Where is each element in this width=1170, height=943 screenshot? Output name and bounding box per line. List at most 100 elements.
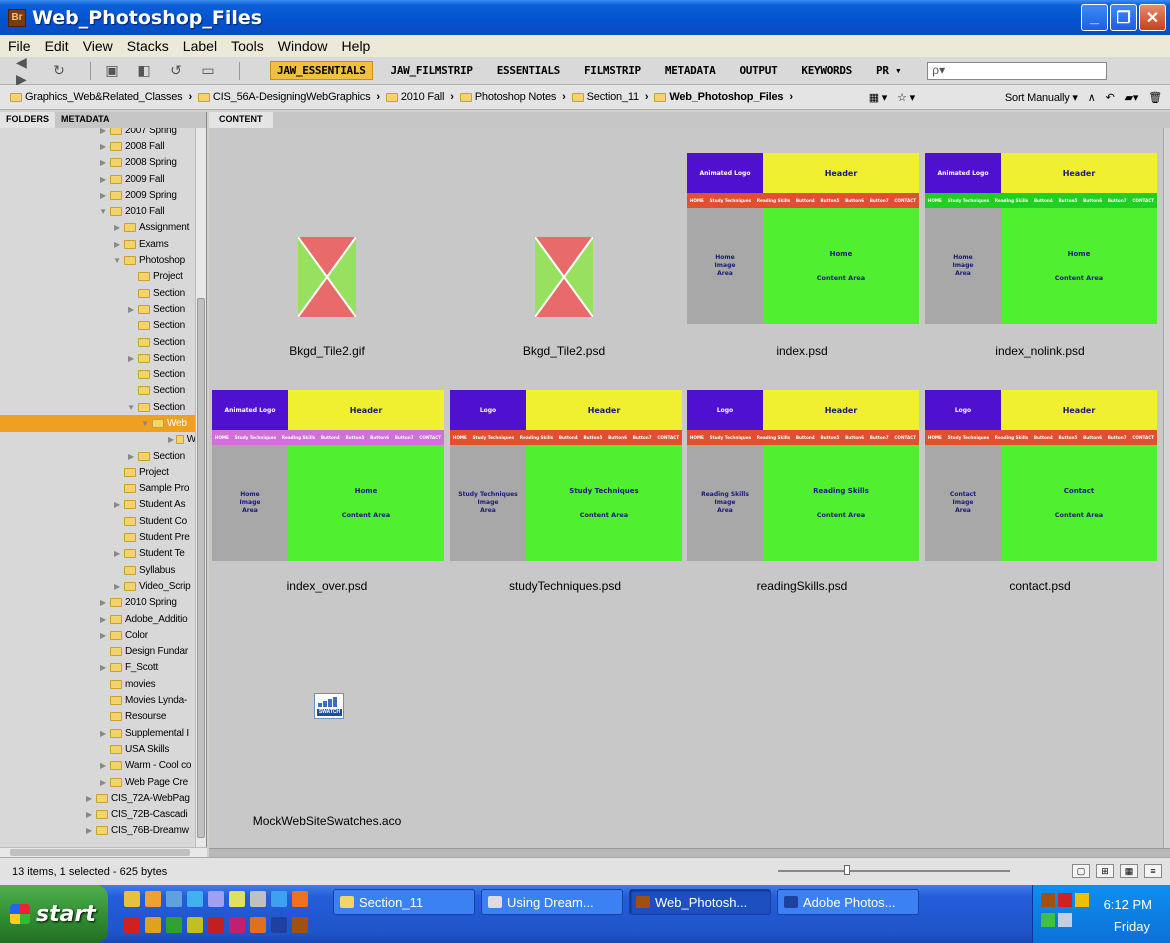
grid-view-icon[interactable]: ⊞: [1096, 864, 1114, 878]
tab-metadata[interactable]: METADATA: [55, 112, 116, 128]
folder-tree-hscrollbar[interactable]: [0, 847, 207, 857]
expand-triangle-icon[interactable]: ▶: [98, 175, 108, 184]
tree-item[interactable]: Student Pre: [0, 529, 196, 545]
tree-item[interactable]: ▶ CIS_72B-Cascadi: [0, 806, 196, 822]
expand-triangle-icon[interactable]: ▶: [112, 240, 122, 249]
expand-triangle-icon[interactable]: ▶: [84, 826, 94, 835]
breadcrumb-item[interactable]: Photoshop Notes: [475, 91, 557, 103]
tray-icon[interactable]: [1075, 893, 1089, 907]
recent-icon[interactable]: ↻: [48, 62, 70, 80]
expand-triangle-icon[interactable]: ▼: [140, 419, 150, 428]
tree-item[interactable]: Resourse: [0, 709, 196, 725]
open-in-camera-raw-icon[interactable]: ▭: [197, 62, 219, 80]
illustrator-icon[interactable]: [250, 917, 266, 933]
breadcrumb-item[interactable]: CIS_56A-DesigningWebGraphics: [213, 91, 371, 103]
tree-item[interactable]: Syllabus: [0, 562, 196, 578]
menu-file[interactable]: File: [8, 38, 31, 54]
expand-triangle-icon[interactable]: ▶: [112, 223, 122, 232]
expand-triangle-icon[interactable]: ▶: [112, 549, 122, 558]
quick-launch-icon[interactable]: [145, 891, 161, 907]
tree-item[interactable]: ▶ 2009 Fall: [0, 171, 196, 187]
lock-grid-icon[interactable]: ▢: [1072, 864, 1090, 878]
tree-item[interactable]: ▶ 2008 Fall: [0, 138, 196, 154]
quick-launch-icon[interactable]: [229, 891, 245, 907]
thumbnail-bkgd-tile-gif[interactable]: [298, 237, 356, 317]
breadcrumb-item[interactable]: Section_11: [587, 91, 639, 103]
tab-folders[interactable]: FOLDERS: [0, 112, 56, 128]
expand-triangle-icon[interactable]: ▶: [126, 452, 136, 461]
search-input[interactable]: ρ▾: [927, 61, 1108, 80]
content-scrollbar[interactable]: [1163, 128, 1170, 848]
tab-content[interactable]: CONTENT: [209, 112, 273, 128]
breadcrumb-item[interactable]: 2010 Fall: [401, 91, 445, 103]
expand-triangle-icon[interactable]: ▼: [98, 207, 108, 216]
tree-item[interactable]: ▶ CIS_72A-WebPag: [0, 790, 196, 806]
menu-edit[interactable]: Edit: [45, 38, 69, 54]
thumbnail-bkgd-tile-psd[interactable]: [535, 237, 593, 317]
tree-item[interactable]: Movies Lynda-: [0, 692, 196, 708]
tree-item[interactable]: USA Skills: [0, 741, 196, 757]
indesign-icon[interactable]: [229, 917, 245, 933]
rotate-icon[interactable]: ↺: [165, 62, 187, 80]
details-view-icon[interactable]: ≡: [1144, 864, 1162, 878]
menu-tools[interactable]: Tools: [231, 38, 264, 54]
refine-icon[interactable]: ◧: [133, 62, 155, 80]
tree-item[interactable]: ▶ Warm - Cool co: [0, 758, 196, 774]
menu-label[interactable]: Label: [183, 38, 217, 54]
expand-triangle-icon[interactable]: ▶: [126, 354, 136, 363]
menu-view[interactable]: View: [83, 38, 113, 54]
close-button[interactable]: ✕: [1139, 4, 1166, 31]
minimize-button[interactable]: _: [1081, 4, 1108, 31]
tray-icon[interactable]: [1041, 893, 1055, 907]
taskbar-button-section11[interactable]: Section_11: [333, 889, 475, 915]
folder-tree-scrollbar[interactable]: [195, 128, 206, 848]
sort-ascending-icon[interactable]: ∧: [1088, 91, 1096, 104]
expand-triangle-icon[interactable]: ▶: [98, 663, 108, 672]
tree-item[interactable]: Section: [0, 366, 196, 382]
swatch-file-icon[interactable]: SWATCH: [314, 693, 344, 719]
restore-button[interactable]: ❐: [1110, 4, 1137, 31]
expand-triangle-icon[interactable]: ▶: [168, 435, 174, 444]
thumbnail-web-mock[interactable]: Logo Header HOME Study Techniques Reading …: [450, 390, 682, 561]
thumbnail-web-mock[interactable]: Animated Logo Header HOME Study Technique…: [212, 390, 444, 561]
expand-triangle-icon[interactable]: ▶: [98, 778, 108, 787]
expand-triangle-icon[interactable]: ▶: [98, 729, 108, 738]
expand-triangle-icon[interactable]: ▶: [98, 128, 108, 135]
expand-triangle-icon[interactable]: ▶: [98, 142, 108, 151]
workspace-more[interactable]: PR ▾: [870, 62, 907, 79]
quick-launch-icon[interactable]: [208, 891, 224, 907]
workspace-metadata[interactable]: METADATA: [659, 62, 722, 79]
tree-item[interactable]: Section: [0, 285, 196, 301]
menu-help[interactable]: Help: [342, 38, 371, 54]
menu-window[interactable]: Window: [278, 38, 328, 54]
tree-item[interactable]: ▼ Web: [0, 415, 196, 432]
favorites-star-icon[interactable]: ☆ ▾: [897, 91, 915, 104]
quick-launch-icon[interactable]: [250, 891, 266, 907]
delete-icon[interactable]: 🗑: [1148, 91, 1162, 104]
quick-launch-icon[interactable]: [271, 891, 287, 907]
tree-item[interactable]: Section: [0, 318, 196, 334]
tree-item[interactable]: ▶ CIS_76B-Dreamw: [0, 823, 196, 839]
taskbar-button-adobe-photoshop[interactable]: Adobe Photos...: [777, 889, 919, 915]
tree-item[interactable]: ▶ Student Te: [0, 546, 196, 562]
quick-launch-icon[interactable]: [124, 891, 140, 907]
quick-launch-icon[interactable]: [187, 891, 203, 907]
expand-triangle-icon[interactable]: ▶: [98, 615, 108, 624]
tree-item[interactable]: ▼ 2010 Fall: [0, 203, 196, 219]
tree-item[interactable]: Project: [0, 464, 196, 480]
expand-triangle-icon[interactable]: ▶: [84, 794, 94, 803]
tree-item[interactable]: Student Co: [0, 513, 196, 529]
tray-icon[interactable]: [1041, 913, 1055, 927]
tree-item[interactable]: ▶ 2008 Spring: [0, 155, 196, 171]
tree-item[interactable]: ▼ Photoshop: [0, 252, 196, 268]
tree-item[interactable]: ▶ Supplemental I: [0, 725, 196, 741]
tree-item[interactable]: Project: [0, 269, 196, 285]
expand-triangle-icon[interactable]: ▶: [112, 500, 122, 509]
tree-item[interactable]: ▶ 2007 Spring: [0, 128, 196, 138]
workspace-jaw-essentials[interactable]: JAW_ESSENTIALS: [270, 61, 373, 80]
menu-stacks[interactable]: Stacks: [127, 38, 169, 54]
bridge-icon[interactable]: [292, 917, 308, 933]
workspace-jaw-filmstrip[interactable]: JAW_FILMSTRIP: [385, 62, 479, 79]
flash-icon[interactable]: [208, 917, 224, 933]
breadcrumb-current[interactable]: Web_Photoshop_Files: [669, 91, 783, 103]
